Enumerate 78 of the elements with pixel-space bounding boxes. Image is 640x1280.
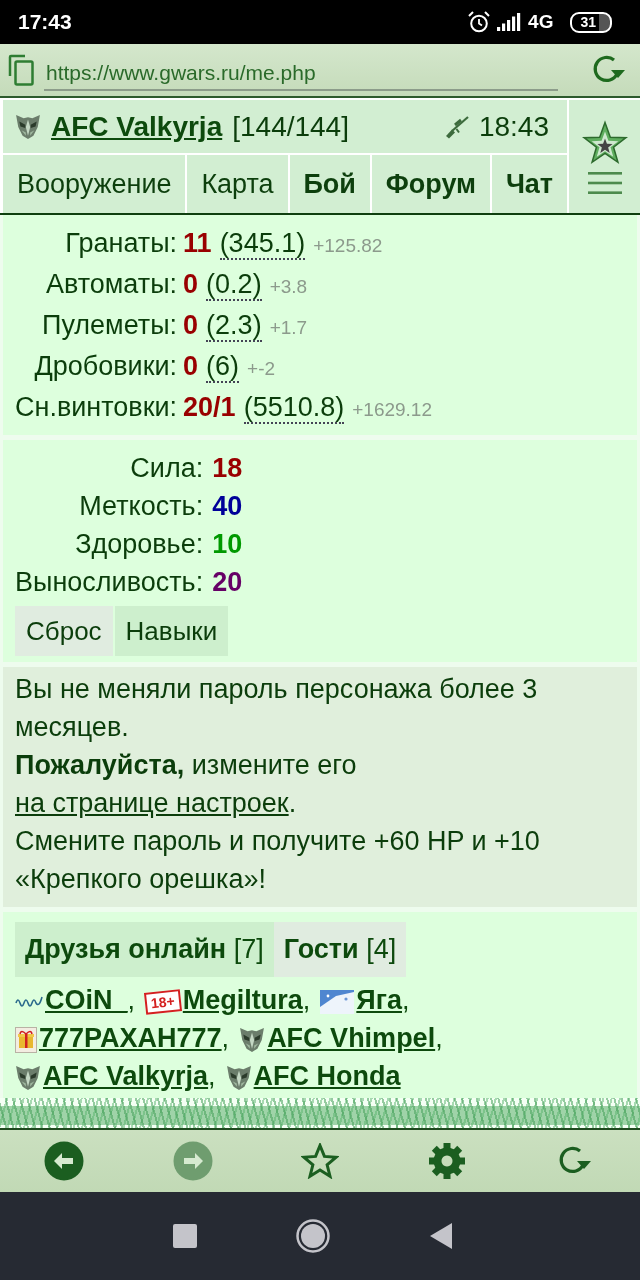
comma-text: , (435, 1023, 443, 1053)
skill-points: (0.2) (206, 269, 262, 301)
gift-icon (15, 1026, 37, 1053)
password-warning-text: Вы не меняли пароль персонажа более 3 месяцев. (15, 673, 539, 744)
stat-value: 10 (212, 529, 243, 560)
nav-tab[interactable]: Чат (491, 155, 567, 213)
server-time: 18:43 (478, 110, 549, 143)
friend-link[interactable]: 777PAXAH777 (39, 1023, 222, 1053)
skill-points: (2.3) (206, 310, 262, 342)
stat-label: Выносливость: (15, 566, 204, 599)
settings-icon[interactable] (427, 1141, 468, 1181)
skill-level: 20/1 (183, 392, 236, 423)
skill-gain: +125.82 (313, 235, 383, 257)
skill-points: (6) (206, 351, 240, 383)
alarm-clock-icon (468, 11, 491, 33)
rifle-icon (444, 114, 469, 139)
skill-level: 0 (183, 351, 199, 382)
skill-gain: +1629.12 (352, 399, 432, 421)
reset-button[interactable]: Сброс (15, 606, 113, 656)
stat-label: Сила: (130, 452, 204, 485)
comma-text: , (402, 985, 410, 1015)
skills-button[interactable]: Навыки (114, 606, 229, 656)
friend-link[interactable]: COiN_ (45, 985, 128, 1015)
skill-gain: +3.8 (269, 276, 308, 298)
stat-value: 18 (212, 453, 243, 484)
comma-text: , (302, 985, 311, 1015)
status-time: 17:43 (18, 10, 72, 34)
settings-link[interactable]: на странице настроек (15, 788, 289, 818)
skill-label: Гранаты: (65, 227, 178, 260)
skill-label: Пулеметы: (42, 309, 178, 342)
health-text: [144/144] (232, 110, 349, 143)
battery-indicator: 31 (570, 11, 612, 33)
back-icon[interactable] (430, 1223, 452, 1249)
nav-tab[interactable]: Форум (371, 155, 490, 213)
player-name-link[interactable]: AFC Valkyrja (51, 110, 223, 143)
skill-gain: +1.7 (269, 317, 308, 339)
password-reward-text: Смените пароль и получите +60 HP и +10 «Крепкого орешка»! (15, 825, 541, 896)
menu-icon[interactable] (587, 172, 622, 194)
skill-level: 0 (183, 269, 199, 300)
friend-link[interactable]: AFC Vhimpel (267, 1023, 436, 1053)
stat-label: Здоровье: (75, 528, 204, 561)
bookmark-star-icon[interactable] (300, 1143, 339, 1179)
skill-gain: +-2 (247, 358, 276, 380)
skill-level: 11 (183, 228, 212, 259)
nav-tab[interactable]: Бой (289, 155, 370, 213)
emblem-icon (225, 1064, 252, 1091)
comma-text: , (208, 1061, 216, 1091)
star-icon[interactable] (580, 120, 629, 166)
friend-link[interactable]: Яга (356, 985, 402, 1015)
emblem-icon (15, 1064, 41, 1091)
friend-link[interactable]: Megiltura (182, 985, 303, 1015)
skill-points: (345.1) (219, 228, 306, 260)
age-badge: 18+ (144, 989, 182, 1015)
stat-label: Меткость: (79, 490, 204, 523)
friends-tab[interactable]: Друзья онлайн [7] (15, 922, 274, 977)
password-request-text: Пожалуйста, измените его на странице настроек. (15, 749, 358, 820)
copy-icon[interactable] (8, 54, 34, 86)
friends-tab[interactable]: Гости [4] (273, 922, 407, 977)
skill-level: 0 (183, 310, 199, 341)
nav-tab[interactable]: Вооружение (3, 155, 186, 213)
emblem-icon (15, 113, 41, 140)
comma-text: , (127, 985, 136, 1015)
back-button-icon[interactable] (44, 1141, 85, 1181)
friend-link[interactable]: AFC Valkyrja (43, 1061, 209, 1091)
snowy-picture-icon (320, 989, 355, 1014)
skill-label: Автоматы: (45, 268, 178, 301)
skill-points: (5510.8) (243, 392, 345, 424)
friend-link[interactable]: AFC Honda (253, 1061, 401, 1091)
network-type: 4G (528, 11, 554, 33)
skill-label: Дробовики: (34, 350, 178, 383)
emblem-icon (239, 1026, 266, 1053)
skill-label: Сн.винтовки: (15, 391, 178, 424)
home-icon[interactable] (296, 1219, 330, 1253)
signal-icon (497, 13, 522, 31)
stat-value: 40 (212, 491, 243, 522)
comma-text: , (221, 1023, 230, 1053)
stat-value: 20 (212, 567, 243, 598)
nav-tab[interactable]: Карта (187, 155, 288, 213)
